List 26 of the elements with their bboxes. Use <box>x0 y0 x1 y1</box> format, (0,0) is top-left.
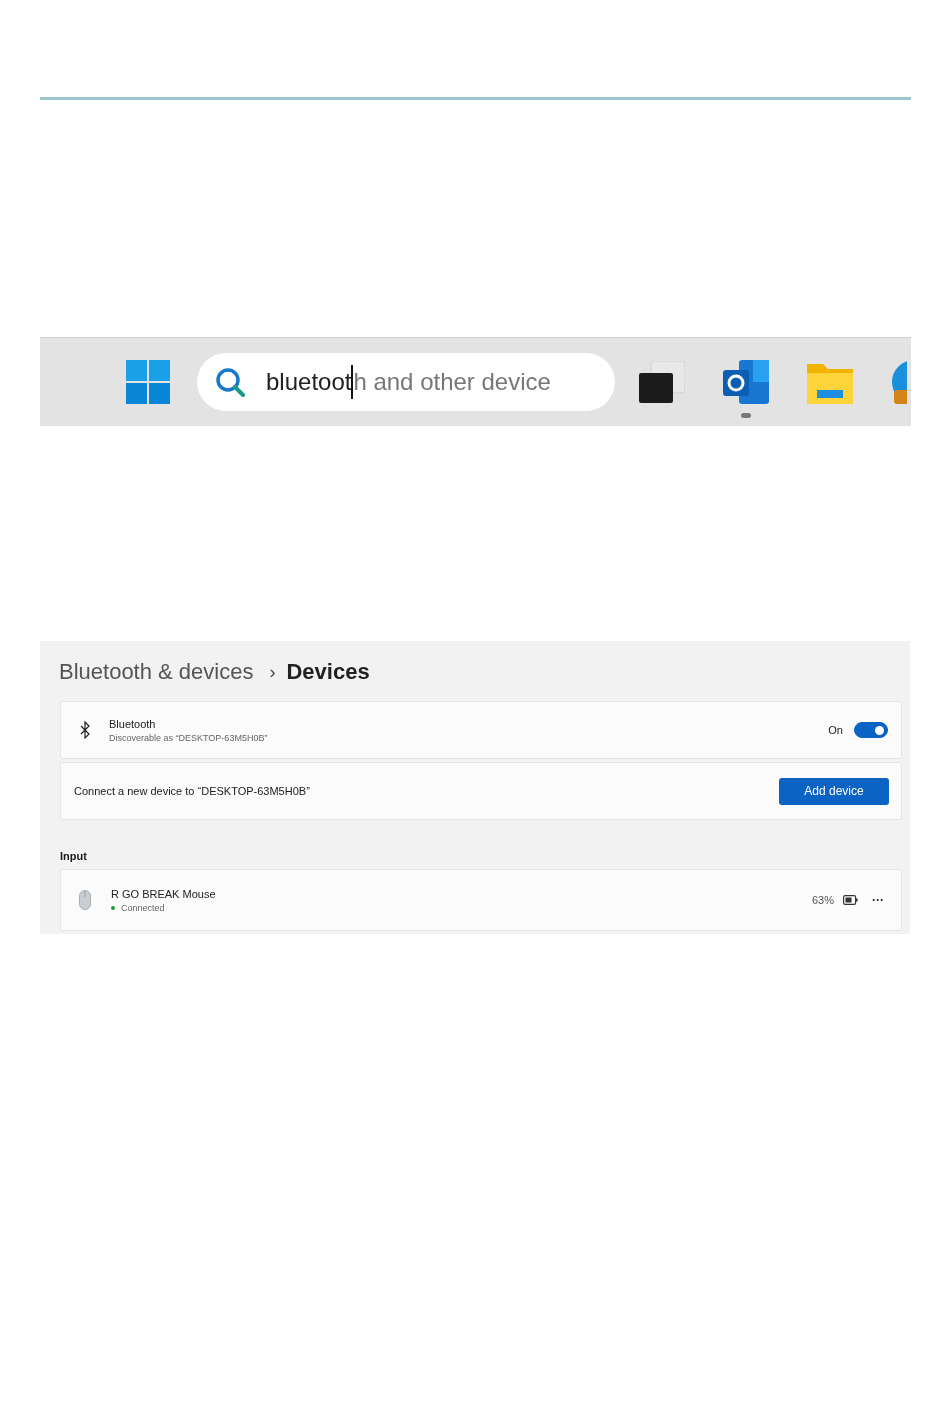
breadcrumb-link[interactable]: Bluetooth & devices <box>59 659 254 685</box>
card-text: Connect a new device to “DESKTOP-63M5H0B” <box>74 785 311 797</box>
card-subtitle: Discoverable as “DESKTOP-63M5H0B” <box>109 732 269 743</box>
toggle-switch[interactable] <box>854 722 888 738</box>
section-heading: Input <box>60 850 88 862</box>
search-query: bluetoot <box>266 368 352 396</box>
text-cursor <box>351 365 354 399</box>
card-title: Bluetooth <box>109 717 157 730</box>
search-icon <box>215 367 245 397</box>
toggle-label: On <box>828 724 843 736</box>
bluetooth-icon <box>79 721 91 739</box>
battery-percent: 63% <box>811 894 834 906</box>
chevron-icon: › <box>269 661 276 683</box>
search-suggestion: h and other device <box>353 368 551 396</box>
windows-logo-icon[interactable] <box>126 360 170 404</box>
mouse-icon <box>79 890 91 910</box>
add-device-button[interactable]: Add device <box>779 777 889 805</box>
task-view-icon[interactable] <box>639 361 685 403</box>
search-field[interactable]: bluetooth and other device <box>197 353 615 411</box>
page-title: Devices <box>286 659 370 685</box>
mail-app-icon[interactable] <box>723 360 769 404</box>
device-name: R GO BREAK Mouse <box>111 887 217 900</box>
battery-icon <box>843 895 858 905</box>
device-status: Connected <box>121 902 165 913</box>
more-options-button[interactable]: ··· <box>868 893 888 907</box>
device-card[interactable]: R GO BREAK Mouse Connected 63% ··· <box>60 869 902 931</box>
